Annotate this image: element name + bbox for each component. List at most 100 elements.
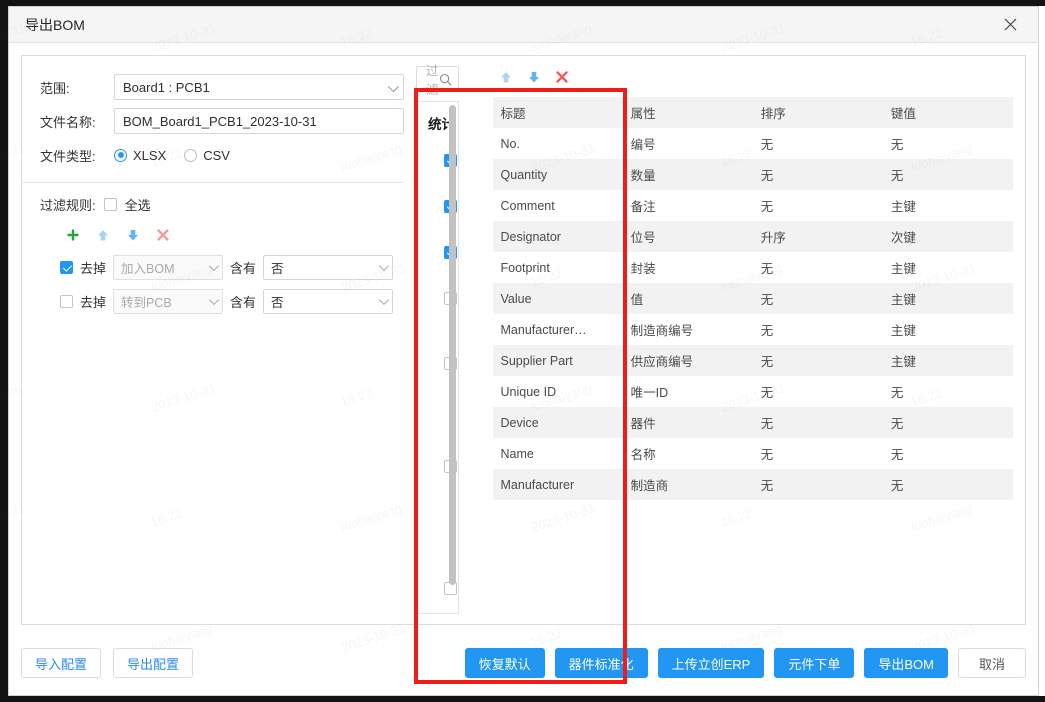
table-cell: 无 — [882, 128, 1014, 159]
table-column-header[interactable]: 属性 — [622, 97, 753, 128]
filetype-label: 文件类型: — [40, 148, 96, 164]
table-column-header[interactable]: 排序 — [752, 97, 883, 128]
table-cell: 无 — [882, 159, 1014, 190]
settings-form: 范围: Board1 : PCB1 文件名称: BOM_Board1_PCB1_… — [22, 56, 404, 314]
rule-operator-label: 含有 — [230, 295, 257, 310]
table-cell: 无 — [882, 407, 1014, 438]
footer-right-buttons: 恢复默认 器件标准化 上传立创ERP 元件下单 导出BOM 取消 — [464, 648, 1026, 678]
window-bottom-edge — [0, 696, 1045, 702]
chevron-down-icon — [378, 260, 389, 271]
table-cell: 器件 — [622, 407, 753, 438]
close-icon[interactable] — [990, 7, 1030, 42]
rule-field-select[interactable]: 加入BOM — [113, 255, 224, 280]
table-cell: 编号 — [622, 128, 753, 159]
table-row[interactable]: Name 名称无无 — [492, 438, 1014, 469]
dialog-footer: 导入配置 导出配置 恢复默认 器件标准化 上传立创ERP 元件下单 导出BOM 取消 — [21, 641, 1026, 685]
table-cell: 唯一ID — [622, 376, 753, 407]
table-cell: 无 — [882, 376, 1014, 407]
footer-button[interactable]: 器件标准化 — [554, 648, 648, 678]
screen: 导出BOM 范围: Board1 : PCB1 文件名称: BOM_Board1… — [0, 0, 1045, 702]
table-row[interactable]: Manufacturer… 制造商编号无主键 — [492, 314, 1014, 345]
table-column-header[interactable]: 键值 — [882, 97, 1014, 128]
footer-button[interactable]: 上传立创ERP — [657, 648, 765, 678]
attribute-panel: 过滤 统计编号数量备注分类引脚统计立创商城库存立创商城价格嘉立创库存嘉立创价格层… — [404, 56, 471, 624]
scope-select[interactable]: Board1 : PCB1 — [114, 74, 404, 100]
rule-condition-select[interactable]: 否 — [263, 255, 394, 280]
table-cell: 无 — [752, 190, 883, 221]
add-rule-icon[interactable] — [66, 228, 80, 242]
export-bom-dialog: 导出BOM 范围: Board1 : PCB1 文件名称: BOM_Board1… — [8, 6, 1039, 696]
chevron-down-icon — [208, 260, 219, 271]
delete-rule-icon[interactable] — [156, 228, 170, 242]
row-delete-icon[interactable] — [555, 70, 569, 84]
row-move-up-icon[interactable] — [499, 70, 513, 84]
table-row[interactable]: Value 值无主键 — [492, 283, 1014, 314]
dialog-body: 范围: Board1 : PCB1 文件名称: BOM_Board1_PCB1_… — [9, 43, 1038, 695]
filetype-option-xlsx[interactable]: XLSX — [114, 148, 166, 163]
table-cell: 位号 — [622, 221, 753, 252]
table-cell: 无 — [882, 438, 1014, 469]
footer-button[interactable]: 元件下单 — [774, 648, 855, 678]
table-row[interactable]: No. 编号无无 — [492, 128, 1014, 159]
select-all-checkbox[interactable] — [103, 198, 117, 211]
table-toolbar — [493, 66, 1014, 88]
table-header-row: 标题 属性 排序 键值 — [492, 97, 1014, 128]
filetype-radio-group: XLSX CSV — [114, 148, 230, 163]
table-row[interactable]: Supplier Part 供应商编号无主键 — [492, 345, 1014, 376]
table-cell: 数量 — [622, 159, 753, 190]
table-cell: Footprint — [492, 252, 623, 283]
table-cell: Quantity — [492, 159, 623, 190]
filename-input[interactable]: BOM_Board1_PCB1_2023-10-31 — [114, 108, 404, 134]
rule-field-value: 转到PCB — [121, 296, 172, 310]
table-column-header[interactable]: 标题 — [492, 97, 623, 128]
radio-unselected-icon — [184, 148, 198, 162]
attribute-filter-input[interactable]: 过滤 — [416, 64, 459, 97]
footer-button[interactable]: 导出BOM — [864, 648, 948, 678]
table-cell: Value — [492, 283, 623, 314]
filename-label: 文件名称: — [40, 114, 96, 130]
filetype-row: 文件类型: XLSX CSV — [22, 138, 404, 172]
table-cell: 无 — [752, 469, 883, 500]
rule-condition-select[interactable]: 否 — [263, 289, 394, 314]
table-cell: 供应商编号 — [622, 345, 753, 376]
rule-field-select[interactable]: 转到PCB — [113, 289, 224, 314]
table-cell: 无 — [752, 438, 883, 469]
table-row[interactable]: Footprint 封装无主键 — [492, 252, 1014, 283]
attribute-list[interactable]: 统计编号数量备注分类引脚统计立创商城库存立创商城价格嘉立创库存嘉立创价格层基础属… — [416, 101, 459, 614]
table-cell: 名称 — [622, 438, 753, 469]
table-body: No. 编号无无 Quantity 数量无无 Comment 备注无主键 Designato… — [492, 128, 1014, 500]
filetype-option-csv[interactable]: CSV — [184, 148, 230, 163]
rule-enabled-checkbox[interactable] — [60, 295, 73, 308]
footer-button[interactable]: 恢复默认 — [464, 648, 545, 678]
export-settings-panel: 范围: Board1 : PCB1 文件名称: BOM_Board1_PCB1_… — [22, 56, 404, 624]
table-cell: 无 — [752, 159, 883, 190]
panels-container: 范围: Board1 : PCB1 文件名称: BOM_Board1_PCB1_… — [21, 55, 1026, 625]
table-row[interactable]: Quantity 数量无无 — [492, 159, 1014, 190]
filename-row: 文件名称: BOM_Board1_PCB1_2023-10-31 — [22, 104, 404, 138]
table-row[interactable]: Device 器件无无 — [492, 407, 1014, 438]
rule-action-label: 去掉 — [80, 295, 107, 310]
move-up-icon[interactable] — [96, 228, 110, 242]
attribute-list-scrollbar[interactable] — [448, 105, 456, 585]
filename-input-value: BOM_Board1_PCB1_2023-10-31 — [123, 113, 317, 129]
table-row[interactable]: Comment 备注无主键 — [492, 190, 1014, 221]
filter-rule-row: 去掉 加入BOM 含有 否 — [22, 246, 404, 280]
search-icon — [439, 73, 452, 86]
row-move-down-icon[interactable] — [527, 70, 541, 84]
dialog-titlebar: 导出BOM — [9, 7, 1038, 43]
table-row[interactable]: Unique ID 唯一ID 无无 — [492, 376, 1014, 407]
table-row[interactable]: Manufacturer 制造商无无 — [492, 469, 1014, 500]
footer-button[interactable]: 取消 — [958, 648, 1026, 678]
rule-enabled-checkbox[interactable] — [60, 261, 73, 274]
column-config-table: 标题 属性 排序 键值 No. 编号无无 Quantity 数量无无 Comment 备注无主键… — [492, 97, 1014, 500]
table-cell: 无 — [752, 376, 883, 407]
table-cell: 备注 — [622, 190, 753, 221]
footer-button[interactable]: 导入配置 — [21, 648, 102, 678]
footer-button[interactable]: 导出配置 — [113, 648, 194, 678]
table-row[interactable]: Designator 位号 升序 次键 — [492, 221, 1014, 252]
scope-select-value: Board1 : PCB1 — [123, 79, 210, 95]
select-all-label: 全选 — [124, 198, 151, 213]
rule-operator-label: 含有 — [230, 261, 257, 276]
rule-field-value: 加入BOM — [121, 262, 175, 276]
move-down-icon[interactable] — [126, 228, 140, 242]
